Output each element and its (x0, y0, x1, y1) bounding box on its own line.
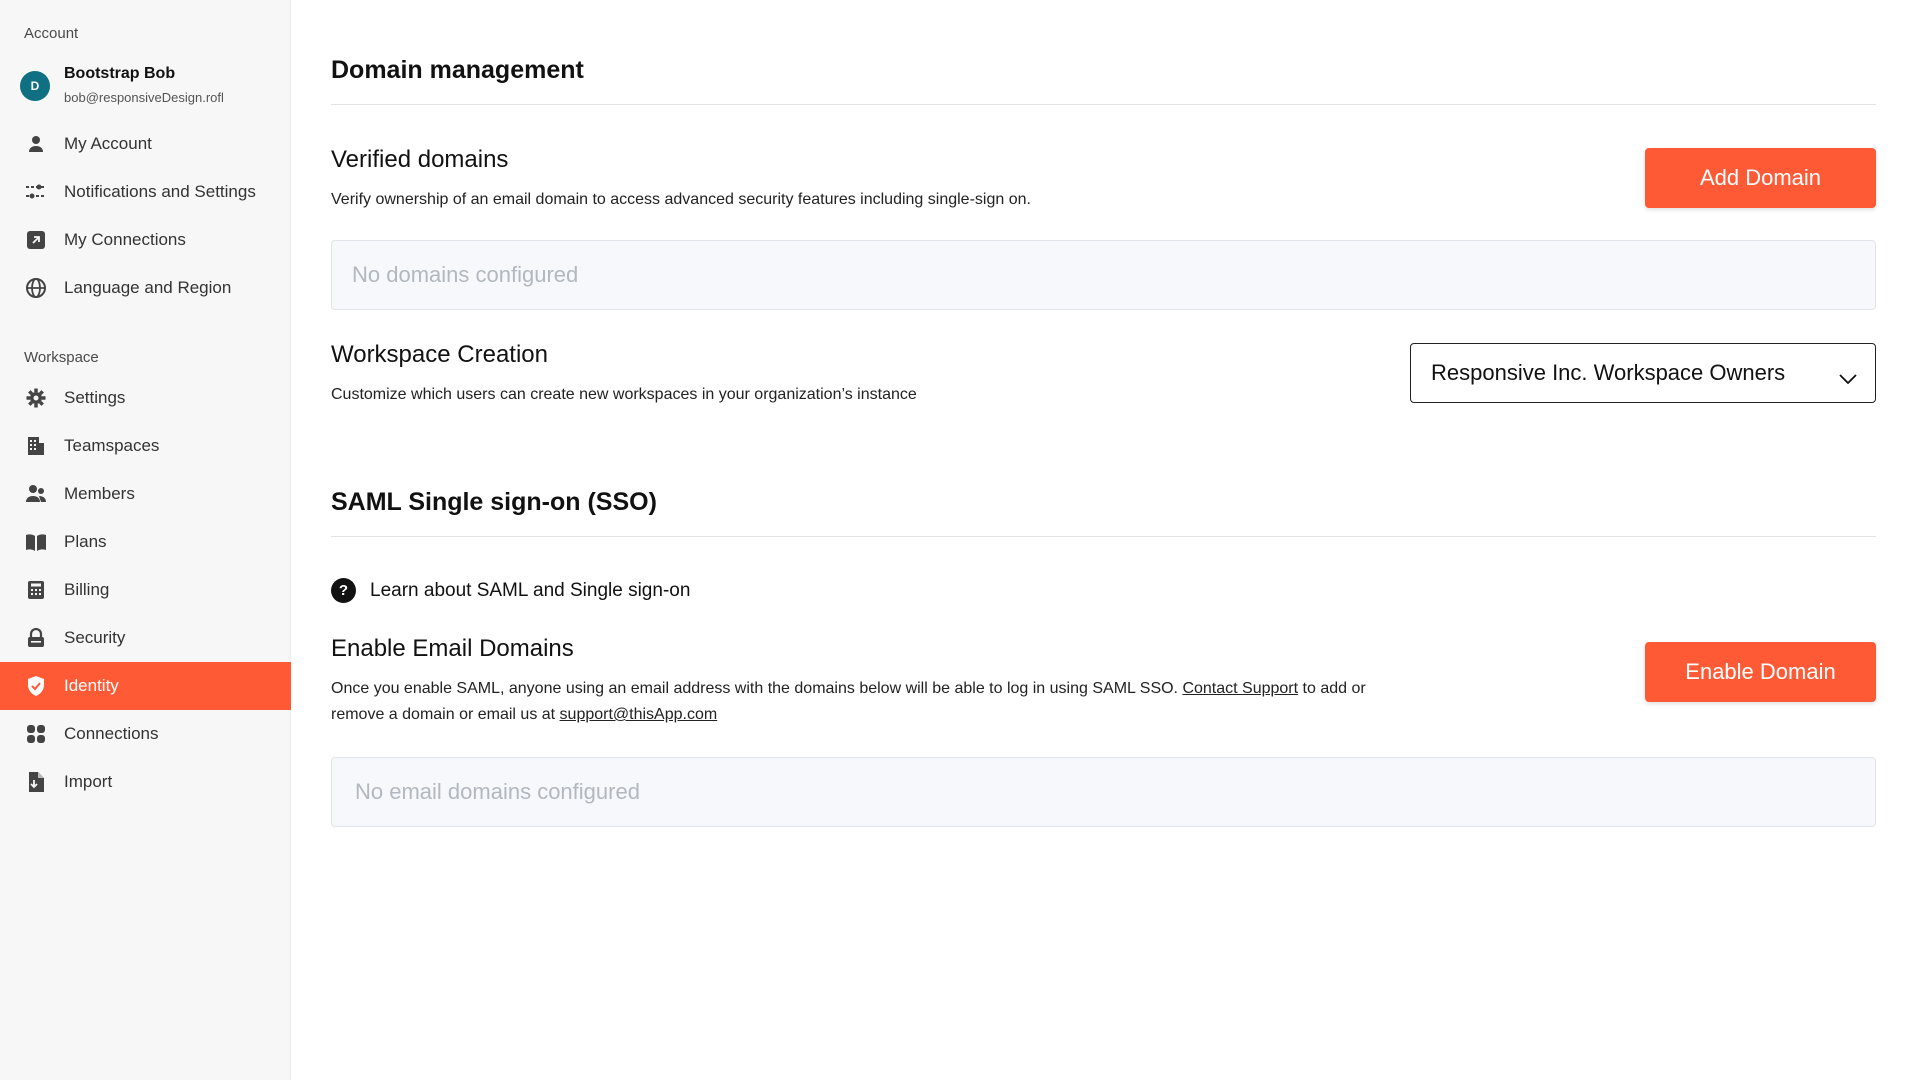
description-text: to add or (1298, 680, 1366, 697)
main-content: Domain management Verified domains Verif… (291, 0, 1920, 1080)
grid-icon (24, 722, 48, 746)
enable-domain-button[interactable]: Enable Domain (1645, 642, 1876, 702)
sidebar-item-plans[interactable]: Plans (0, 518, 291, 566)
building-icon (24, 434, 48, 458)
sidebar-item-my-account[interactable]: My Account (0, 120, 291, 168)
enable-email-domains-description: Once you enable SAML, anyone using an em… (331, 676, 1491, 728)
app-root: Account D Bootstrap Bob bob@responsiveDe… (0, 0, 1920, 1080)
globe-icon (24, 276, 48, 300)
section-divider (331, 536, 1876, 537)
description-text: Once you enable SAML, anyone using an em… (331, 680, 1183, 697)
chevron-down-icon (1839, 365, 1857, 391)
workspace-creation-description: Customize which users can create new wor… (331, 386, 917, 403)
sidebar-item-language[interactable]: Language and Region (0, 264, 291, 312)
sidebar-item-settings[interactable]: Settings (0, 374, 291, 422)
section-divider (331, 104, 1876, 105)
sidebar-item-billing[interactable]: Billing (0, 566, 291, 614)
domain-management-title: Domain management (331, 56, 584, 84)
sidebar-item-label: Security (64, 628, 126, 647)
support-email-link[interactable]: support@thisApp.com (560, 706, 718, 723)
saml-help-link-label: Learn about SAML and Single sign-on (370, 579, 691, 601)
sidebar-item-label: Import (64, 772, 113, 791)
members-icon (24, 482, 48, 506)
contact-support-link[interactable]: Contact Support (1182, 680, 1298, 697)
verified-domains-description: Verify ownership of an email domain to a… (331, 191, 1031, 208)
sidebar-item-label: Identity (64, 676, 119, 695)
workspace-creation-select[interactable]: Responsive Inc. Workspace Owners (1410, 343, 1876, 403)
book-icon (24, 530, 48, 554)
sidebar-item-security[interactable]: Security (0, 614, 291, 662)
sidebar-item-identity[interactable]: Identity (0, 662, 291, 710)
sidebar-item-label: Notifications and Settings (64, 182, 256, 201)
sidebar: Account D Bootstrap Bob bob@responsiveDe… (0, 0, 291, 1080)
import-file-icon (24, 770, 48, 794)
person-icon (24, 132, 48, 156)
description-text: remove a domain or email us at (331, 706, 560, 723)
select-value: Responsive Inc. Workspace Owners (1431, 360, 1786, 385)
user-profile[interactable]: D Bootstrap Bob bob@responsiveDesign.rof… (20, 64, 224, 108)
verified-domains-empty-state: No domains configured (331, 240, 1876, 310)
sidebar-item-label: Connections (64, 724, 159, 743)
sidebar-item-label: Members (64, 484, 135, 503)
sidebar-item-members[interactable]: Members (0, 470, 291, 518)
calculator-icon (24, 578, 48, 602)
user-name: Bootstrap Bob (64, 65, 176, 82)
saml-sso-title: SAML Single sign-on (SSO) (331, 488, 657, 516)
sidebar-item-notifications[interactable]: Notifications and Settings (0, 168, 291, 216)
avatar: D (20, 71, 50, 101)
user-email: bob@responsiveDesign.rofl (64, 90, 224, 105)
sidebar-item-label: Settings (64, 388, 126, 407)
sidebar-item-label: Plans (64, 532, 107, 551)
workspace-section-label: Workspace (24, 349, 99, 366)
workspace-creation-title: Workspace Creation (331, 341, 548, 368)
sidebar-item-label: My Connections (64, 230, 186, 249)
saml-help-link[interactable]: ? Learn about SAML and Single sign-on (331, 578, 690, 603)
account-section-label: Account (24, 25, 79, 42)
sidebar-item-label: My Account (64, 134, 152, 153)
sidebar-item-label: Teamspaces (64, 436, 160, 455)
sidebar-item-label: Language and Region (64, 278, 232, 297)
verified-domains-title: Verified domains (331, 146, 509, 173)
sidebar-item-my-connections[interactable]: My Connections (0, 216, 291, 264)
sidebar-item-teamspaces[interactable]: Teamspaces (0, 422, 291, 470)
question-circle-icon: ? (331, 578, 356, 603)
arrow-box-icon (24, 228, 48, 252)
sidebar-item-label: Billing (64, 580, 110, 599)
sliders-icon (24, 180, 48, 204)
shield-icon (24, 674, 48, 698)
sidebar-item-import[interactable]: Import (0, 758, 291, 806)
sidebar-item-connections[interactable]: Connections (0, 710, 291, 758)
email-domains-empty-state: No email domains configured (331, 757, 1876, 827)
gear-icon (24, 386, 48, 410)
enable-email-domains-title: Enable Email Domains (331, 635, 574, 662)
lock-icon (24, 626, 48, 650)
add-domain-button[interactable]: Add Domain (1645, 148, 1876, 208)
